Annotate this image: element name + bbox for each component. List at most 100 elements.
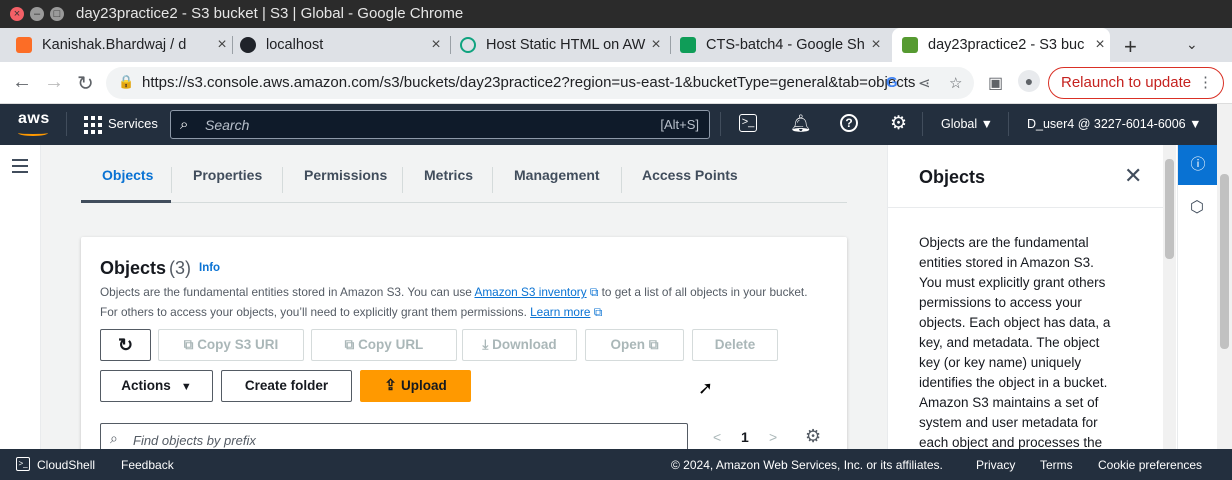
help-panel-body: Objects are the fundamental entities sto… [919, 235, 1111, 450]
hamburger-menu-icon[interactable] [12, 159, 28, 177]
hexagon-icon[interactable]: ⬡ [1190, 197, 1204, 217]
objects-panel: Objects (3) Info Objects are the fundame… [81, 237, 847, 449]
create-folder-button[interactable]: Create folder [221, 370, 352, 402]
browser-toolbar: ← → ↻ 🔒 https://s3.console.aws.amazon.co… [0, 62, 1232, 104]
mouse-cursor: ➚ [698, 378, 714, 398]
preferences-gear-icon[interactable]: ⚙ [805, 426, 821, 447]
forward-icon[interactable]: → [44, 71, 64, 94]
next-page-icon[interactable]: > [769, 429, 777, 445]
close-icon[interactable]: ✕ [1124, 163, 1142, 189]
cloudshell-link[interactable]: CloudShell [37, 458, 95, 472]
learn-more-link[interactable]: Learn more [530, 305, 590, 319]
services-menu[interactable]: Services [108, 116, 158, 131]
upload-icon: ⇪ [384, 377, 401, 394]
browser-tab[interactable]: Kanishak.Bhardwaj / d × [16, 28, 232, 62]
tools-rail: ⓘ ⬡ [1177, 145, 1218, 449]
menu-dots-icon[interactable]: ⋮ [1198, 68, 1213, 98]
copy-s3-uri-button[interactable]: ⧉ Copy S3 URI [158, 329, 304, 361]
region-selector[interactable]: Global ▼ [941, 117, 993, 131]
find-objects-input[interactable]: ⌕ Find objects by prefix [100, 423, 688, 449]
browser-tab-bar: Kanishak.Bhardwaj / d × localhost × Host… [0, 28, 1232, 62]
caret-down-icon: ▼ [180, 381, 192, 393]
profile-avatar-icon[interactable]: ● [1018, 70, 1040, 92]
help-panel-scrollbar[interactable] [1163, 145, 1176, 449]
tab-search-icon[interactable]: ⌄ [1186, 36, 1198, 53]
browser-tab-active[interactable]: day23practice2 - S3 buc × [892, 28, 1110, 62]
close-tab-icon[interactable]: × [646, 36, 666, 54]
help-panel-title: Objects [919, 167, 986, 187]
aws-logo[interactable]: aws [18, 110, 50, 128]
back-icon[interactable]: ← [12, 71, 32, 94]
react-icon [240, 37, 256, 53]
window-title: day23practice2 - S3 bucket | S3 | Global… [76, 5, 464, 22]
info-link[interactable]: Info [199, 262, 220, 274]
external-link-icon: ⧉ [586, 285, 599, 299]
close-window-icon[interactable]: × [10, 7, 24, 21]
s3-inventory-link[interactable]: Amazon S3 inventory [474, 285, 586, 299]
side-panel-icon[interactable]: ▣ [988, 73, 1003, 93]
address-bar[interactable]: 🔒 https://s3.console.aws.amazon.com/s3/b… [106, 67, 974, 99]
sheets-icon [680, 37, 696, 53]
terms-link[interactable]: Terms [1040, 458, 1073, 472]
feedback-link[interactable]: Feedback [121, 458, 174, 472]
download-button[interactable]: ⤓ Download [462, 329, 577, 361]
page-number[interactable]: 1 [741, 429, 749, 445]
close-tab-icon[interactable]: × [1090, 36, 1110, 54]
tab-permissions[interactable]: Permissions [304, 167, 387, 183]
cloudshell-icon[interactable]: >_ [16, 457, 30, 471]
active-tab-indicator [81, 200, 171, 203]
settings-gear-icon[interactable]: ⚙ [890, 112, 907, 135]
download-icon: ⤓ [482, 337, 493, 352]
close-tab-icon[interactable]: × [426, 36, 446, 54]
relaunch-button[interactable]: Relaunch to update ⋮ [1048, 67, 1224, 99]
copy-url-button[interactable]: ⧉ Copy URL [311, 329, 457, 361]
help-icon[interactable]: ? [840, 114, 858, 132]
new-tab-icon[interactable]: + [1124, 34, 1137, 60]
services-grid-icon[interactable] [84, 116, 102, 134]
bucket-tabs: Objects Properties Permissions Metrics M… [81, 153, 847, 203]
browser-tab[interactable]: CTS-batch4 - Google Sh × [680, 28, 886, 62]
tab-properties[interactable]: Properties [193, 167, 262, 183]
share-icon[interactable]: ⋖ [918, 74, 931, 92]
maximize-window-icon[interactable]: □ [50, 7, 64, 21]
upload-button[interactable]: ⇪ Upload [360, 370, 471, 402]
page-scrollbar[interactable] [1217, 104, 1232, 449]
tab-metrics[interactable]: Metrics [424, 167, 473, 183]
reload-icon[interactable]: ↻ [77, 71, 94, 96]
account-menu[interactable]: D_user4 @ 3227-6014-6006 ▼ [1027, 117, 1201, 131]
left-nav-collapsed [0, 145, 41, 449]
delete-button[interactable]: Delete [692, 329, 778, 361]
cookie-preferences-link[interactable]: Cookie preferences [1098, 458, 1202, 472]
refresh-button[interactable]: ↻ [100, 329, 151, 361]
external-link-icon: ⧉ [645, 337, 659, 352]
main-content: Objects Properties Permissions Metrics M… [41, 145, 887, 449]
copy-icon: ⧉ [183, 337, 198, 352]
aws-search-input[interactable]: ⌕ Search [Alt+S] [170, 110, 710, 139]
url-text[interactable]: https://s3.console.aws.amazon.com/s3/buc… [142, 74, 915, 91]
open-button[interactable]: Open ⧉ [585, 329, 684, 361]
minimize-window-icon[interactable]: – [30, 7, 44, 21]
cloudshell-icon[interactable]: >_ [739, 114, 757, 132]
tab-objects[interactable]: Objects [102, 167, 153, 183]
aws-top-nav: aws Services ⌕ Search [Alt+S] >_ 🔔︎ ? ⚙ … [0, 104, 1232, 145]
browser-tab[interactable]: localhost × [240, 28, 446, 62]
privacy-link[interactable]: Privacy [976, 458, 1015, 472]
console-footer: >_ CloudShell Feedback © 2024, Amazon We… [0, 449, 1232, 480]
browser-tab[interactable]: Host Static HTML on AW × [460, 28, 666, 62]
window-titlebar: × – □ day23practice2 - S3 bucket | S3 | … [0, 0, 1232, 28]
info-icon[interactable]: ⓘ [1178, 145, 1218, 185]
help-panel: Objects ✕ Objects are the fundamental en… [887, 145, 1164, 450]
external-link-icon: ⧉ [590, 305, 603, 319]
s3-icon [902, 37, 918, 53]
tab-access-points[interactable]: Access Points [642, 167, 738, 183]
bookmark-star-icon[interactable]: ☆ [949, 74, 962, 92]
refresh-icon: ↻ [117, 335, 134, 355]
actions-dropdown[interactable]: Actions ▼ [100, 370, 213, 402]
close-tab-icon[interactable]: × [212, 36, 232, 54]
previous-page-icon[interactable]: < [713, 429, 721, 445]
notifications-bell-icon[interactable]: 🔔︎ [790, 114, 812, 134]
tab-management[interactable]: Management [514, 167, 600, 183]
google-icon[interactable]: G [886, 74, 898, 91]
close-tab-icon[interactable]: × [866, 36, 886, 54]
lock-icon[interactable]: 🔒 [118, 74, 134, 90]
